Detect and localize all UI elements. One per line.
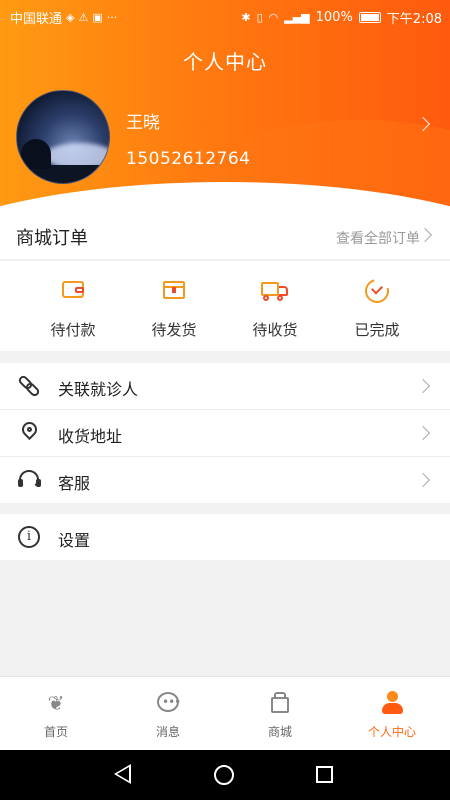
recent-apps-icon[interactable]: [316, 766, 333, 783]
battery-icon: [358, 12, 381, 23]
home-circle-icon[interactable]: [214, 765, 234, 785]
truck-icon: [260, 275, 290, 305]
menu-item-linked-patients-label: 关联就诊人: [58, 380, 139, 399]
menu-item-shipping-address[interactable]: 收货地址: [0, 410, 450, 457]
tab-home[interactable]: ❦ 首页: [0, 677, 112, 751]
tab-mall[interactable]: 商城: [224, 677, 336, 751]
avatar-tree: [21, 139, 51, 169]
menu-item-linked-patients[interactable]: 关联就诊人: [0, 363, 450, 410]
order-completed-label: 已完成: [354, 321, 400, 339]
home-icon: ❦: [47, 691, 65, 715]
order-status-row: 待付款 待发货 待收货 已完成: [0, 260, 450, 351]
package-icon: [159, 275, 189, 305]
order-pending-receipt-label: 待收货: [252, 321, 298, 339]
status-left: 中国联通 ◈ ⚠ ▣ ···: [10, 8, 117, 27]
user-name[interactable]: 王晓: [126, 108, 160, 133]
signal-icon: ▂▄▆: [284, 11, 310, 24]
status-right: ✱ ▯ ◠ ▂▄▆ 100% 下午2:08: [241, 8, 442, 27]
profile-header: 中国联通 ◈ ⚠ ▣ ··· ✱ ▯ ◠ ▂▄▆ 100% 下午2:08 个人中…: [0, 0, 450, 225]
tab-profile-label: 个人中心: [367, 725, 416, 739]
bluetooth-icon: ✱: [241, 11, 251, 24]
tab-messages[interactable]: ••• 消息: [112, 677, 224, 751]
message-icon: •••: [156, 691, 181, 715]
order-pending-shipment-label: 待发货: [151, 321, 197, 339]
system-navigation-bar: [0, 750, 450, 800]
back-icon[interactable]: [114, 764, 131, 784]
menu-item-customer-service[interactable]: 客服: [0, 457, 450, 503]
orders-title: 商城订单: [16, 228, 88, 249]
order-pending-payment[interactable]: 待付款: [28, 275, 118, 340]
carrier-label: 中国联通: [10, 12, 63, 27]
orders-header: 商城订单 查看全部订单: [0, 212, 450, 259]
battery-percent: 100%: [315, 10, 353, 25]
wallet-icon: [58, 275, 88, 305]
mall-icon: [268, 691, 292, 715]
shield-icon: ◈: [66, 11, 75, 24]
view-all-orders-link[interactable]: 查看全部订单: [336, 228, 420, 248]
link-icon: [17, 374, 41, 398]
menu-item-settings-label: 设置: [58, 531, 91, 550]
warning-icon: ⚠: [78, 11, 89, 24]
order-pending-receipt[interactable]: 待收货: [230, 275, 320, 340]
menu-item-customer-service-label: 客服: [58, 474, 91, 493]
tab-home-label: 首页: [43, 725, 68, 739]
vibrate-icon: ▯: [256, 11, 263, 24]
menu-group-main: 关联就诊人 收货地址 客服: [0, 363, 450, 503]
wifi-icon: ◠: [268, 11, 279, 24]
menu-item-settings[interactable]: i 设置: [0, 514, 450, 560]
status-bar: 中国联通 ◈ ⚠ ▣ ··· ✱ ▯ ◠ ▂▄▆ 100% 下午2:08: [0, 0, 450, 30]
headset-icon: [17, 468, 41, 492]
order-pending-payment-label: 待付款: [50, 321, 96, 339]
check-circle-icon: [360, 274, 394, 308]
order-completed[interactable]: 已完成: [332, 274, 422, 340]
menu-item-shipping-address-label: 收货地址: [58, 427, 123, 446]
avatar[interactable]: [16, 90, 110, 184]
user-phone[interactable]: 15052612764: [126, 149, 250, 169]
notification-icon: ▣: [92, 11, 103, 24]
clock: 下午2:08: [386, 12, 442, 27]
chevron-right-icon: [415, 378, 431, 394]
location-pin-icon: [17, 418, 41, 445]
tab-mall-label: 商城: [267, 725, 292, 739]
menu-group-settings: i 设置: [0, 514, 450, 560]
chevron-right-icon: [415, 472, 431, 488]
profile-icon: [380, 691, 404, 715]
info-icon: i: [17, 525, 41, 549]
bottom-tab-bar: ❦ 首页 ••• 消息 商城 个人中心: [0, 676, 450, 751]
order-pending-shipment[interactable]: 待发货: [129, 275, 219, 340]
tab-profile[interactable]: 个人中心: [336, 677, 448, 751]
tab-messages-label: 消息: [155, 725, 180, 739]
more-notifications-icon: ···: [106, 11, 118, 24]
chevron-right-icon: [415, 425, 431, 441]
page-title: 个人中心: [183, 50, 267, 74]
